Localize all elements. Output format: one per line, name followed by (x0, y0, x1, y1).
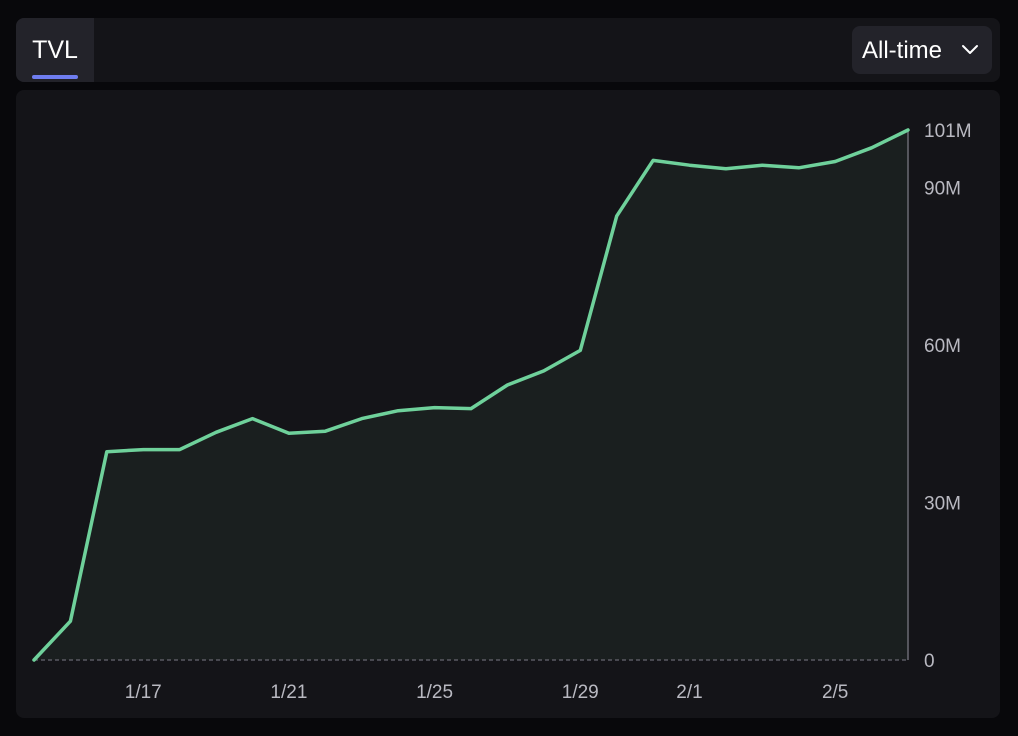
time-range-label: All-time (862, 37, 943, 64)
y-tick-label: 90M (924, 179, 961, 200)
tvl-data-point (470, 407, 473, 410)
tvl-data-point (615, 215, 618, 218)
tvl-data-point (178, 448, 181, 451)
tvl-data-point (360, 417, 363, 420)
tvl-data-point (797, 166, 800, 169)
x-tick-label: 1/21 (270, 682, 307, 703)
tvl-data-point (105, 450, 108, 453)
tvl-area-fill (34, 130, 908, 660)
time-range-dropdown[interactable]: All-time (852, 26, 992, 74)
tvl-data-point (251, 417, 254, 420)
tvl-data-point (761, 164, 764, 167)
chart-panel: 0 30M 60M 90M 101M 1/17 1/21 1/25 1/29 2/1 2/5 (16, 90, 1000, 718)
tvl-data-point (215, 431, 218, 434)
tvl-data-point (397, 409, 400, 412)
x-tick-label: 1/29 (562, 682, 599, 703)
tvl-data-point (69, 620, 72, 623)
y-tick-label: 0 (924, 651, 935, 672)
chart-header: TVL All-time (16, 18, 1000, 82)
tvl-data-point (907, 129, 910, 132)
tvl-data-point (142, 448, 145, 451)
tab-tvl-label: TVL (32, 36, 78, 64)
tvl-data-point (542, 369, 545, 372)
y-tick-label: 60M (924, 336, 961, 357)
tvl-data-point (724, 167, 727, 170)
tvl-data-point (579, 349, 582, 352)
tvl-data-point (324, 430, 327, 433)
tvl-data-point (652, 159, 655, 162)
chevron-down-icon (962, 45, 978, 54)
x-tick-label: 2/1 (676, 682, 702, 703)
x-tick-label: 2/5 (822, 682, 848, 703)
tvl-data-point (688, 164, 691, 167)
x-tick-label: 1/25 (416, 682, 453, 703)
tvl-data-point (287, 432, 290, 435)
y-tick-label: 30M (924, 494, 961, 515)
y-tick-label: 101M (924, 121, 972, 142)
tvl-data-point (834, 160, 837, 163)
tvl-data-point (33, 659, 36, 662)
tab-active-indicator (32, 75, 78, 79)
tvl-data-point (870, 146, 873, 149)
tvl-data-point (433, 406, 436, 409)
x-tick-label: 1/17 (125, 682, 162, 703)
tvl-data-point (506, 384, 509, 387)
tab-tvl[interactable]: TVL (16, 18, 94, 82)
tvl-chart: 0 30M 60M 90M 101M 1/17 1/21 1/25 1/29 2/1 2/5 (32, 121, 972, 703)
